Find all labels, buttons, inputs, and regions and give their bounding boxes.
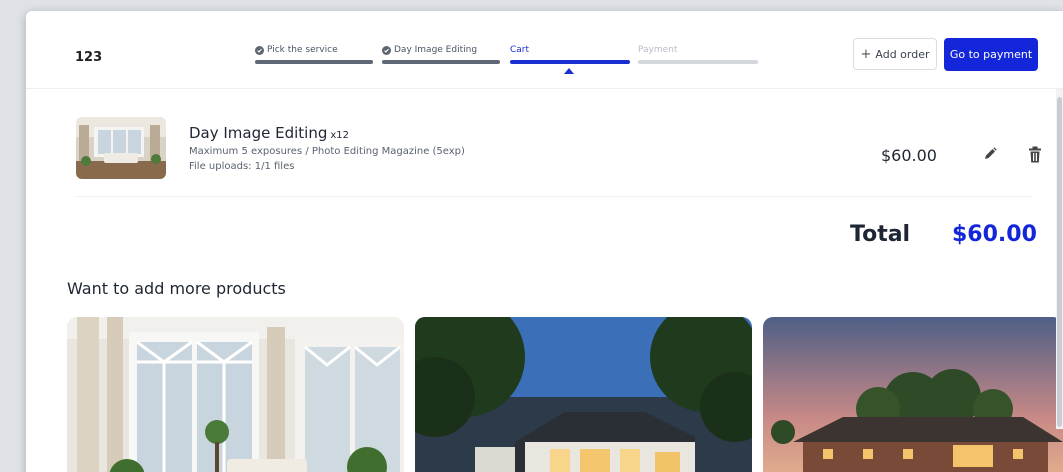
step-label: Cart [510,45,530,55]
add-order-button[interactable]: + Add order [853,38,937,70]
cart-item-title: Day Image Editing x12 [189,124,350,142]
interior-living-room-photo [67,317,404,472]
step-payment[interactable]: Payment [638,44,758,66]
step-label: Day Image Editing [382,44,500,56]
check-circle-icon [382,45,391,55]
cart-item: Day Image Editing x12 Maximum 5 exposures… [76,111,1041,197]
step-progress-bar [382,60,500,64]
scrollbar-thumb[interactable] [1057,97,1062,427]
step-progress-bar [638,60,758,64]
step-cart[interactable]: Cart [510,44,630,66]
active-step-caret-icon [564,68,574,74]
modern-house-dusk-photo [415,317,752,472]
total-label: Total [850,222,911,247]
pencil-icon[interactable] [981,145,999,163]
step-progress-bar [255,60,373,64]
check-circle-icon [255,45,264,55]
cart-item-file-uploads: File uploads: 1/1 files [189,161,295,172]
trash-icon[interactable] [1026,145,1044,165]
product-card-interior[interactable] [67,317,404,472]
cart-item-description: Maximum 5 exposures / Photo Editing Maga… [189,146,465,157]
cart-item-thumbnail [76,117,166,179]
ranch-house-sunset-photo [763,317,1063,472]
upsell-section-title: Want to add more products [67,279,286,298]
step-label: Payment [638,45,678,55]
top-bar: 123 Pick the service Day Image Editing C… [26,11,1063,89]
go-to-payment-button[interactable]: Go to payment [944,38,1038,71]
step-label: Pick the service [255,44,373,56]
cart-card: 123 Pick the service Day Image Editing C… [26,11,1063,472]
step-pick-the-service[interactable]: Pick the service [255,44,373,66]
cart-item-price: $60.00 [881,146,937,165]
cart-item-quantity: x12 [330,130,350,141]
product-card-ranch-house[interactable] [763,317,1063,472]
step-day-image-editing[interactable]: Day Image Editing [382,44,500,66]
plus-icon: + [860,46,872,62]
step-progress-bar [510,60,630,64]
total-value: $60.00 [952,222,1037,247]
order-id: 123 [75,50,103,65]
product-card-modern-house[interactable] [415,317,752,472]
